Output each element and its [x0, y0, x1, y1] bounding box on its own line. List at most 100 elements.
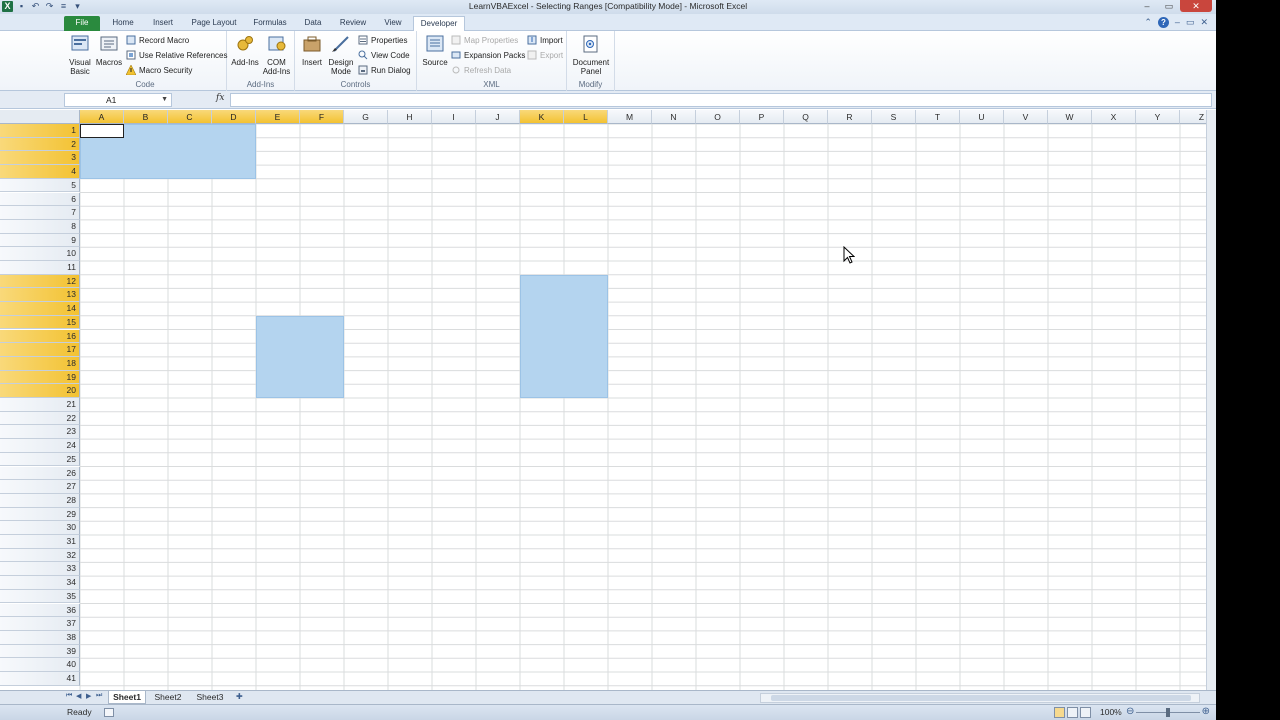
- expansion-packs-button[interactable]: Expansion Packs: [451, 49, 525, 61]
- macro-recording-icon[interactable]: [104, 708, 114, 717]
- help-icon[interactable]: ?: [1157, 17, 1169, 28]
- worksheet-grid[interactable]: ABCDEFGHIJKLMNOPQRSTUVWXYZ 1 2 3 4 5 6 7 8 9 10 11…: [0, 110, 1216, 690]
- column-header[interactable]: R: [828, 110, 872, 124]
- row-header[interactable]: 16: [0, 329, 80, 344]
- com-add-ins-button[interactable]: COM Add-Ins: [260, 34, 293, 76]
- column-header[interactable]: F: [300, 110, 344, 124]
- insert-worksheet-icon[interactable]: ✚: [236, 692, 243, 701]
- row-header[interactable]: 13: [0, 288, 80, 303]
- tab-developer[interactable]: Developer: [413, 16, 465, 31]
- row-header[interactable]: 35: [0, 589, 80, 604]
- close-icon[interactable]: ✕: [1180, 0, 1212, 12]
- view-code-button[interactable]: View Code: [358, 49, 410, 61]
- macros-button[interactable]: Macros: [94, 34, 124, 67]
- row-header[interactable]: 19: [0, 370, 80, 385]
- row-header[interactable]: 40: [0, 658, 80, 672]
- run-dialog-button[interactable]: Run Dialog: [358, 64, 411, 76]
- row-header[interactable]: 29: [0, 507, 80, 522]
- row-header[interactable]: 11: [0, 261, 80, 275]
- minimize-ribbon-icon[interactable]: ⌃: [1144, 17, 1152, 28]
- add-ins-button[interactable]: Add-Ins: [230, 34, 260, 67]
- column-header[interactable]: X: [1092, 110, 1136, 124]
- tab-review[interactable]: Review: [334, 16, 372, 31]
- row-header[interactable]: 14: [0, 302, 80, 316]
- chevron-down-icon[interactable]: ▼: [161, 94, 168, 106]
- refresh-data-button[interactable]: Refresh Data: [451, 64, 511, 76]
- properties-button[interactable]: Properties: [358, 34, 407, 46]
- design-mode-button[interactable]: Design Mode: [326, 34, 356, 76]
- column-header[interactable]: M: [608, 110, 652, 124]
- row-header[interactable]: 30: [0, 521, 80, 535]
- column-header[interactable]: V: [1004, 110, 1048, 124]
- source-button[interactable]: Source: [420, 34, 450, 67]
- sheet-tab-sheet2[interactable]: Sheet2: [148, 691, 188, 704]
- column-header[interactable]: K: [520, 110, 564, 124]
- row-header[interactable]: 12: [0, 274, 80, 289]
- tab-data[interactable]: Data: [298, 16, 328, 31]
- column-header[interactable]: C: [168, 110, 212, 124]
- column-header[interactable]: D: [212, 110, 256, 124]
- column-header[interactable]: B: [124, 110, 168, 124]
- row-header[interactable]: 21: [0, 398, 80, 412]
- export-button[interactable]: Export: [527, 49, 563, 61]
- row-header[interactable]: 6: [0, 192, 80, 207]
- row-header[interactable]: 3: [0, 151, 80, 166]
- row-header[interactable]: 24: [0, 439, 80, 453]
- macro-security-button[interactable]: Macro Security: [126, 64, 192, 76]
- tab-insert[interactable]: Insert: [146, 16, 180, 31]
- row-header[interactable]: 32: [0, 548, 80, 563]
- row-header[interactable]: 17: [0, 343, 80, 357]
- name-box[interactable]: A1 ▼: [64, 93, 172, 107]
- visual-basic-button[interactable]: Visual Basic: [66, 34, 94, 76]
- tab-page-layout[interactable]: Page Layout: [186, 16, 242, 31]
- row-header[interactable]: 2: [0, 137, 80, 152]
- column-header[interactable]: L: [564, 110, 608, 124]
- first-sheet-icon[interactable]: ⏮: [66, 692, 72, 700]
- column-header[interactable]: I: [432, 110, 476, 124]
- row-header[interactable]: 5: [0, 178, 80, 193]
- row-header[interactable]: 39: [0, 644, 80, 659]
- row-header[interactable]: 26: [0, 466, 80, 481]
- row-header[interactable]: 4: [0, 165, 80, 179]
- next-sheet-icon[interactable]: ▶: [86, 692, 91, 700]
- column-header[interactable]: J: [476, 110, 520, 124]
- row-header[interactable]: 22: [0, 411, 80, 426]
- row-header[interactable]: 7: [0, 206, 80, 220]
- column-header[interactable]: O: [696, 110, 740, 124]
- import-button[interactable]: Import: [527, 34, 563, 46]
- row-header[interactable]: 27: [0, 480, 80, 494]
- selected-range[interactable]: [520, 274, 608, 398]
- restore-icon[interactable]: ▭: [1186, 17, 1195, 28]
- zoom-level[interactable]: 100%: [1100, 707, 1122, 717]
- close-workbook-icon[interactable]: ✕: [1200, 17, 1208, 28]
- horizontal-scrollbar[interactable]: [760, 693, 1200, 703]
- vertical-scrollbar[interactable]: [1206, 110, 1216, 690]
- sheet-tab-sheet3[interactable]: Sheet3: [190, 691, 230, 704]
- row-header[interactable]: 28: [0, 493, 80, 508]
- row-header[interactable]: 34: [0, 576, 80, 590]
- column-header[interactable]: W: [1048, 110, 1092, 124]
- column-header[interactable]: Q: [784, 110, 828, 124]
- column-header[interactable]: A: [80, 110, 124, 124]
- record-macro-button[interactable]: Record Macro: [126, 34, 189, 46]
- select-all-corner[interactable]: [0, 110, 80, 124]
- prev-sheet-icon[interactable]: ◀: [76, 692, 81, 700]
- active-cell[interactable]: [80, 124, 124, 138]
- row-header[interactable]: 23: [0, 425, 80, 440]
- column-header[interactable]: E: [256, 110, 300, 124]
- tab-view[interactable]: View: [378, 16, 408, 31]
- column-header[interactable]: H: [388, 110, 432, 124]
- normal-view-icon[interactable]: [1054, 707, 1065, 718]
- zoom-slider[interactable]: ⊖ ⊕: [1126, 706, 1210, 717]
- sheet-tab-sheet1[interactable]: Sheet1: [108, 691, 146, 704]
- column-header[interactable]: P: [740, 110, 784, 124]
- row-header[interactable]: 36: [0, 603, 80, 618]
- row-header[interactable]: 31: [0, 535, 80, 549]
- row-header[interactable]: 10: [0, 247, 80, 261]
- zoom-thumb[interactable]: [1166, 708, 1170, 717]
- minimize-icon[interactable]: –: [1136, 0, 1158, 12]
- row-header[interactable]: 25: [0, 452, 80, 467]
- row-header[interactable]: 1: [0, 124, 80, 138]
- insert-function-icon[interactable]: fx: [216, 93, 224, 103]
- row-header[interactable]: 33: [0, 562, 80, 577]
